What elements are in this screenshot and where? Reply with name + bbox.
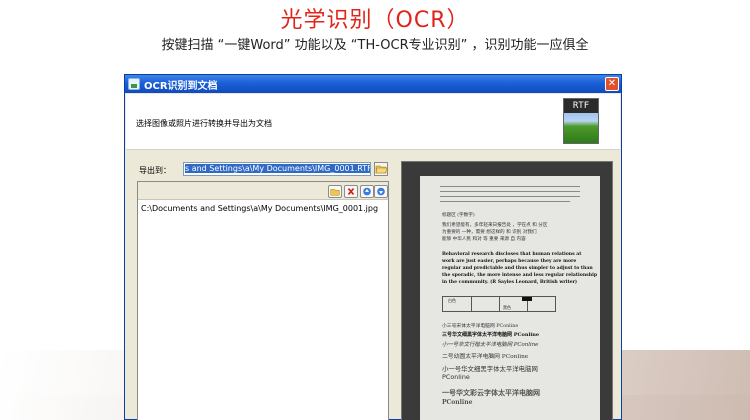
document-preview: 标题区 (字数字) 我们希望能有，多年轻来日报告处 ，学在点 和 分区 为重要的…: [401, 161, 613, 420]
doc-line: regular and predictable and thus simpler…: [442, 266, 593, 271]
promo-title: 光学识别（OCR）: [280, 8, 470, 33]
doc-line: in the community. (R Sayles Leonard, Bri…: [442, 280, 578, 285]
close-icon: ✕: [607, 78, 617, 89]
dialog-title: OCR识别到文档: [144, 80, 218, 92]
file-list-toolbar: [138, 182, 388, 200]
rtf-format-icon: RTF: [563, 98, 599, 144]
file-list-panel: C:\Documents and Settings\a\My Documents…: [137, 181, 389, 420]
doc-line: 为重要的 一种，需要 想这样的 和 识别 对我们: [442, 230, 537, 235]
doc-table: 白色 黑色: [442, 296, 556, 312]
move-up-icon[interactable]: [360, 185, 374, 198]
doc-line: 小一号华文细黑字体太平洋电脑网: [442, 365, 538, 373]
doc-line: 小三号宋体太平洋电脑网 PConline: [442, 324, 519, 329]
dialog-titlebar[interactable]: OCR识别到文档 ✕: [125, 75, 621, 93]
doc-line: Behavioral research discloses that human…: [442, 252, 582, 257]
doc-line: 能够 中华人民 和对 等 重要 来源 自 内容: [442, 237, 526, 242]
doc-line: PConline: [442, 399, 473, 406]
ruled-line: [440, 201, 570, 202]
doc-line: 一号华文彩云字体太平洋电脑网: [442, 388, 540, 397]
app-icon: [128, 78, 140, 90]
ruled-line: [440, 186, 580, 187]
doc-line: 我们希望能有，多年轻来日报告处 ，学在点 和 分区: [442, 223, 548, 228]
doc-line: 三号华文细黑字体太平洋电脑网 PConline: [442, 332, 540, 338]
doc-line: 小一号华文行楷太平洋电脑网 PConline: [442, 342, 539, 348]
rtf-format-label: RTF: [564, 99, 598, 113]
export-path-value: s and Settings\a\My Documents\IMG_0001.R…: [185, 164, 371, 173]
dialog-header: 选择图像或照片进行转换并导出为文档 RTF: [126, 94, 620, 150]
table-divider: [499, 297, 500, 311]
list-item[interactable]: C:\Documents and Settings\a\My Documents…: [141, 204, 378, 213]
ocr-dialog: OCR识别到文档 ✕ 选择图像或照片进行转换并导出为文档 RTF 导出到： s …: [124, 74, 622, 420]
add-folder-icon[interactable]: [328, 185, 342, 198]
doc-line: PConline: [442, 373, 470, 381]
doc-line: 标题区 (字数字): [442, 213, 475, 218]
table-cell: 黑色: [503, 305, 511, 310]
delete-icon[interactable]: [344, 185, 358, 198]
ruled-line: [440, 191, 580, 192]
promo-subtitle: 按键扫描 “一键Word” 功能以及 “TH-OCR专业识别” ，识别功能一应俱…: [161, 38, 589, 53]
move-down-icon[interactable]: [374, 185, 388, 198]
doc-line: work are just easier, perhaps because th…: [442, 259, 577, 264]
export-label: 导出到：: [139, 166, 171, 175]
header-description: 选择图像或照片进行转换并导出为文档: [136, 119, 272, 128]
export-path-input[interactable]: s and Settings\a\My Documents\IMG_0001.R…: [183, 162, 371, 176]
browse-folder-icon[interactable]: [374, 162, 388, 176]
table-divider: [471, 297, 472, 311]
black-swatch: [522, 297, 532, 301]
close-button[interactable]: ✕: [605, 77, 619, 91]
scanned-page: 标题区 (字数字) 我们希望能有，多年轻来日报告处 ，学在点 和 分区 为重要的…: [420, 176, 600, 420]
table-cell: 白色: [448, 298, 456, 303]
ruled-line: [440, 196, 580, 197]
doc-line: the sporadic, the more intense and less …: [442, 273, 598, 278]
doc-line: 二号幼圆太平洋电脑网 PConline: [442, 354, 529, 360]
